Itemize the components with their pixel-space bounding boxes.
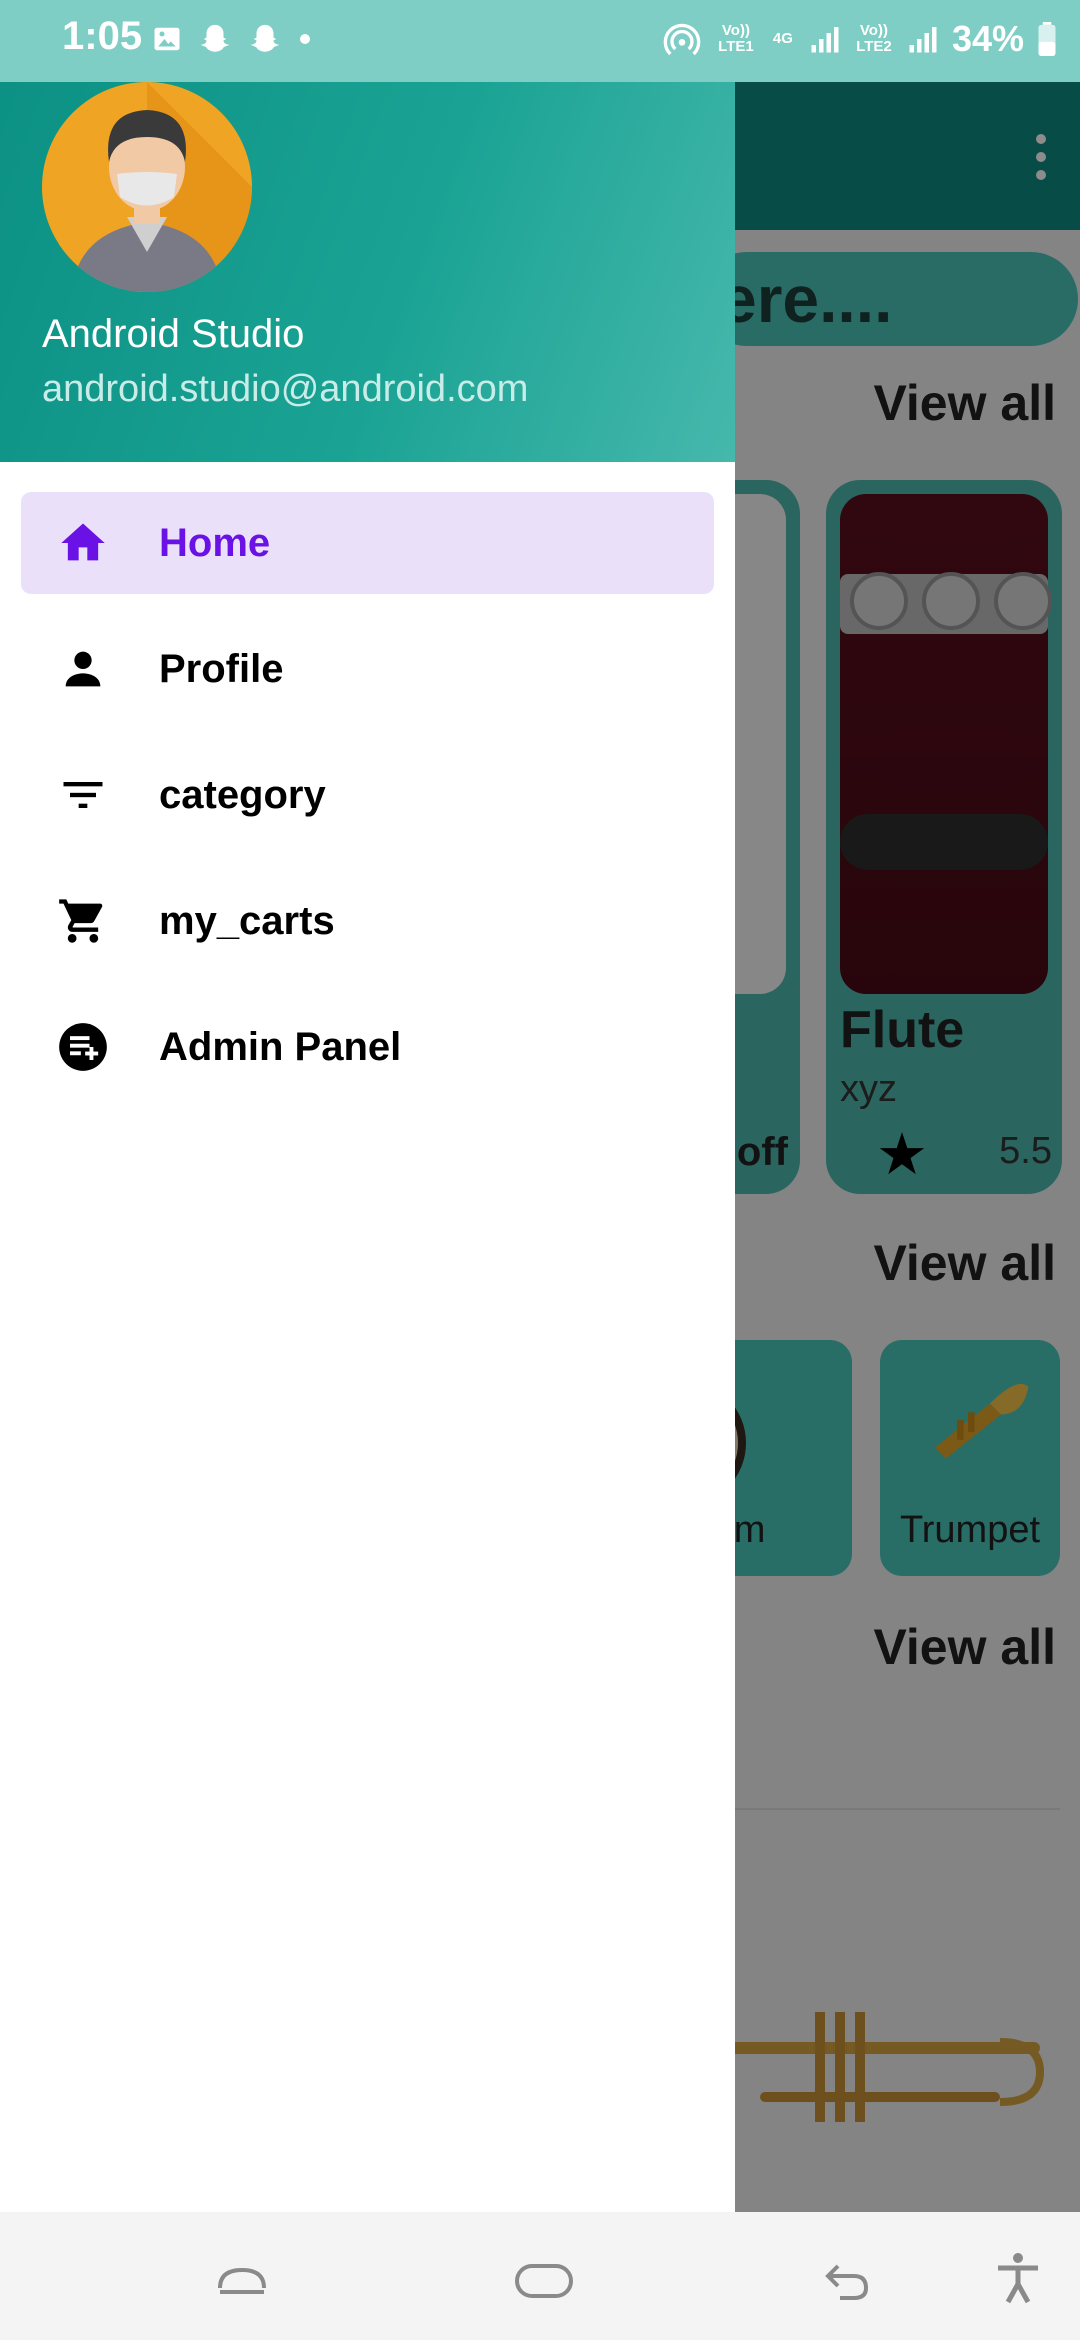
user-email: android.studio@android.com (42, 368, 529, 410)
menu-item-admin-panel[interactable]: Admin Panel (21, 996, 714, 1098)
status-bar: 1:05 Vo)) LTE1 4G Vo)) LTE2 34% (0, 0, 1080, 82)
system-nav-bar (0, 2212, 1080, 2340)
notification-icons (152, 22, 312, 56)
accessibility-icon[interactable] (988, 2248, 1048, 2308)
battery-icon (1038, 22, 1056, 56)
menu-item-category[interactable]: category (21, 744, 714, 846)
lte2-label: Vo)) LTE2 (856, 22, 892, 55)
avatar[interactable] (42, 82, 252, 292)
image-icon (154, 27, 180, 51)
status-time: 1:05 (62, 14, 143, 58)
person-icon (65, 651, 101, 687)
navigation-drawer: Android Studio android.studio@android.co… (0, 82, 735, 2212)
menu-label: category (159, 772, 326, 817)
battery-percent: 34% (951, 18, 1024, 59)
filter-icon (63, 782, 103, 808)
menu-label: Profile (159, 646, 284, 691)
dot-icon (300, 34, 310, 44)
menu-label: my_carts (159, 898, 335, 943)
back-icon[interactable] (818, 2248, 878, 2308)
signal-icon (811, 27, 839, 53)
menu-item-my-carts[interactable]: my_carts (21, 870, 714, 972)
snapchat-icon (250, 24, 280, 52)
drawer-header: Android Studio android.studio@android.co… (0, 82, 735, 462)
menu-item-home[interactable]: Home (21, 492, 714, 594)
avatar-icon (72, 82, 252, 292)
recents-icon[interactable] (212, 2248, 272, 2308)
playlist-add-icon (59, 1023, 107, 1071)
hotspot-icon (663, 23, 701, 56)
system-icons: Vo)) LTE1 4G Vo)) LTE2 34% (662, 18, 1056, 60)
menu-item-profile[interactable]: Profile (21, 618, 714, 720)
signal-icon (909, 27, 937, 53)
home-icon (61, 523, 105, 561)
cart-icon (59, 899, 103, 943)
snapchat-icon (200, 24, 230, 52)
lte1-label: Vo)) LTE1 (718, 22, 754, 55)
network-label: 4G (772, 30, 793, 47)
user-name: Android Studio (42, 312, 305, 356)
menu-label: Admin Panel (159, 1024, 402, 1069)
menu-label: Home (159, 520, 271, 565)
drawer-menu: Home Profile category my_carts Admin Pan… (0, 492, 735, 1122)
home-nav-icon[interactable] (514, 2248, 574, 2308)
